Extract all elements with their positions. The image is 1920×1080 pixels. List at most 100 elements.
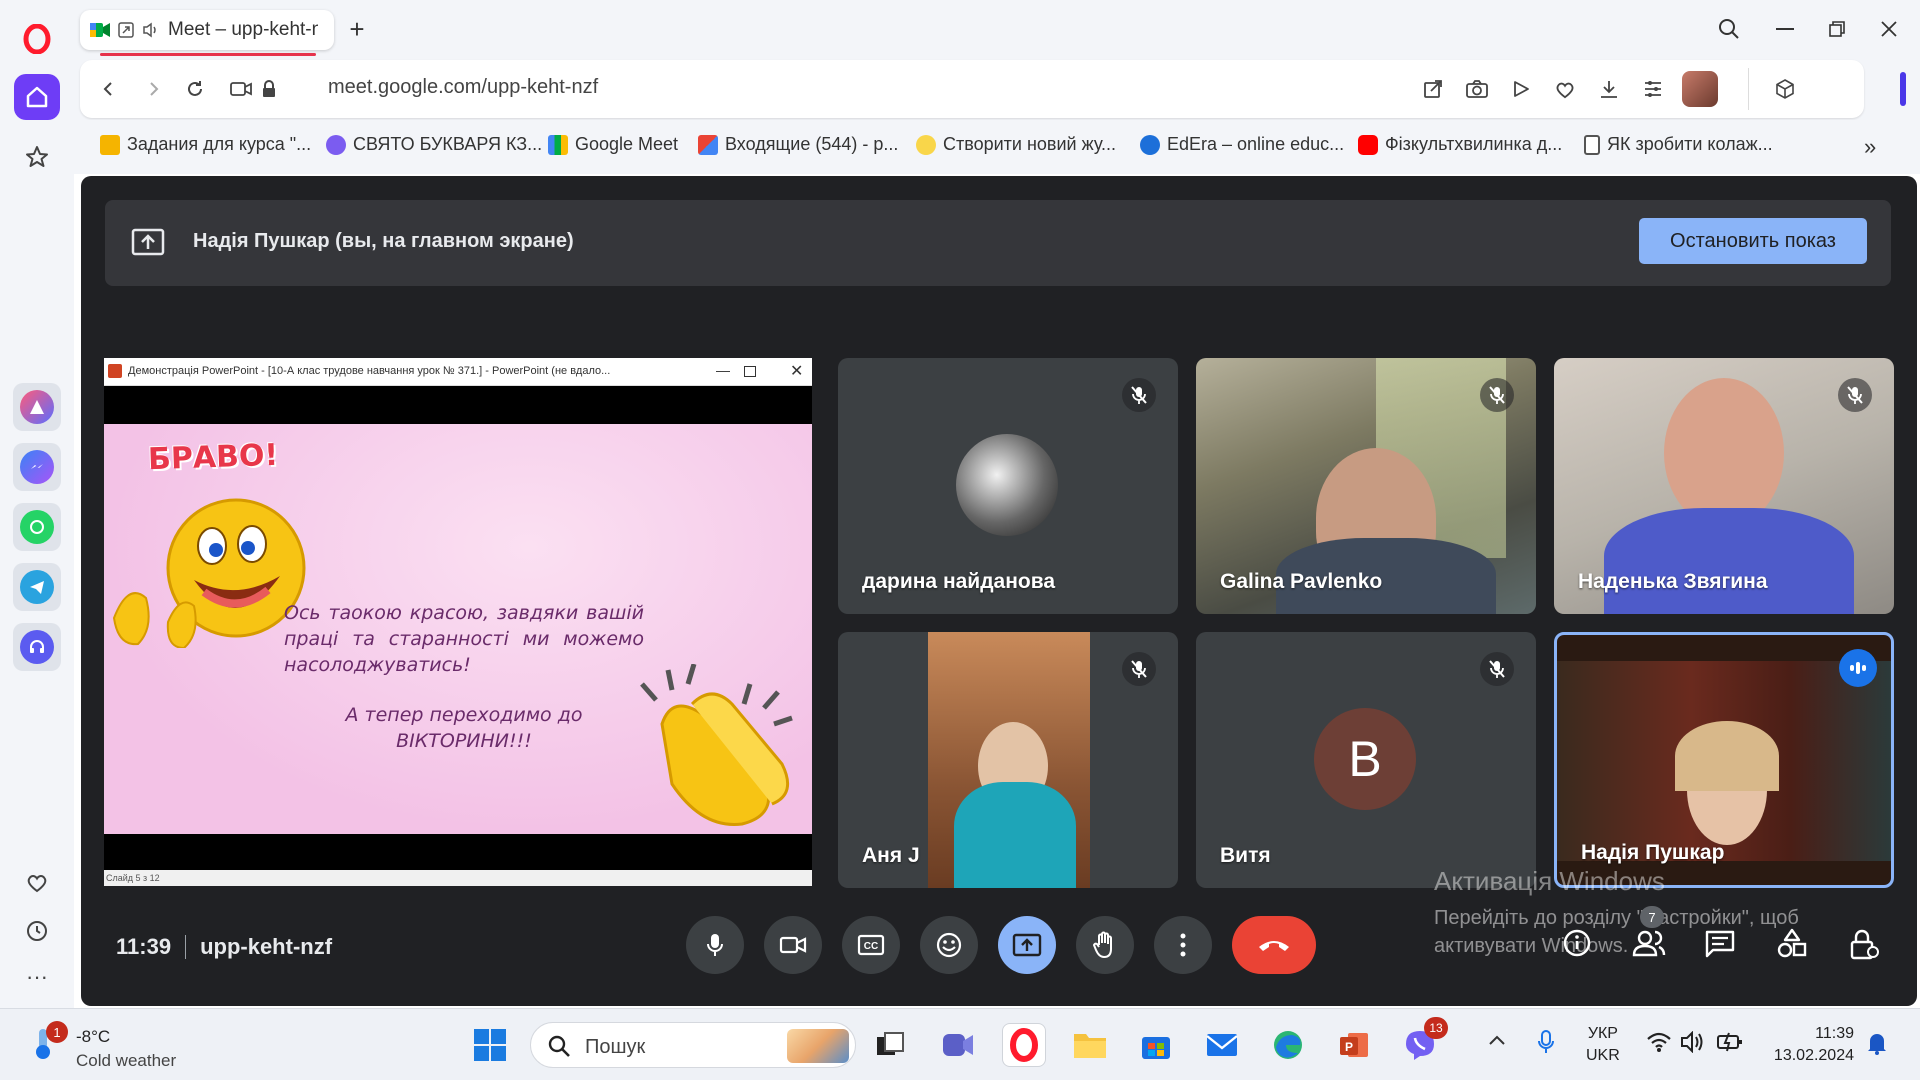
meeting-time: 11:39 <box>116 934 172 959</box>
participant-tile[interactable]: B Витя <box>1196 632 1536 888</box>
ppt-minimize-icon[interactable]: — <box>716 362 730 378</box>
file-explorer-icon[interactable] <box>1068 1023 1112 1067</box>
youtube-icon <box>1358 134 1378 155</box>
home-icon[interactable] <box>14 74 60 120</box>
people-count-badge: 7 <box>1640 906 1664 928</box>
url-text[interactable]: meet.google.com/upp-keht-nzf <box>328 76 598 99</box>
document-icon <box>1584 134 1600 155</box>
notifications-bell-icon[interactable] <box>1866 1031 1888 1060</box>
reload-button[interactable] <box>178 72 212 106</box>
participant-tile[interactable]: Аня J <box>838 632 1178 888</box>
search-tabs-icon[interactable] <box>1714 14 1744 44</box>
task-view-icon[interactable] <box>868 1023 912 1067</box>
camera-button[interactable] <box>764 916 822 974</box>
activities-icon[interactable] <box>1777 928 1807 963</box>
messenger-icon[interactable] <box>13 443 61 491</box>
microphone-tray-icon[interactable] <box>1536 1029 1556 1060</box>
raise-hand-button[interactable] <box>1076 916 1134 974</box>
profile-avatar[interactable] <box>1682 71 1718 107</box>
participant-tile[interactable]: Наденька Звягина <box>1554 358 1894 614</box>
show-hidden-icons-chevron-icon[interactable] <box>1487 1033 1507 1052</box>
forward-button[interactable] <box>136 72 170 106</box>
chat-icon[interactable] <box>1705 930 1735 963</box>
url-box: meet.google.com/upp-keht-nzf <box>80 60 1864 118</box>
downloads-icon[interactable] <box>1592 72 1626 106</box>
picture-in-picture-icon <box>118 22 134 38</box>
bookmark-item[interactable]: Задания для курса "... <box>100 134 311 155</box>
telegram-icon[interactable] <box>13 563 61 611</box>
easy-setup-icon[interactable] <box>1636 72 1670 106</box>
system-clock[interactable]: 11:39 13.02.2024 <box>1764 1023 1854 1067</box>
ppt-maximize-icon[interactable] <box>744 366 756 377</box>
participant-tile-active-speaker[interactable]: Надія Пушкар <box>1554 632 1894 888</box>
music-player-icon[interactable] <box>13 623 61 671</box>
meeting-code[interactable]: upp-keht-nzf <box>200 934 332 960</box>
microsoft-store-icon[interactable] <box>1134 1023 1178 1067</box>
ppt-titlebar: Демонстрація PowerPoint - [10-А клас тру… <box>104 358 812 386</box>
participant-tile[interactable]: Galina Pavlenko <box>1196 358 1536 614</box>
bookmark-item[interactable]: ЯК зробити колаж... <box>1584 134 1773 155</box>
snapshot-camera-icon[interactable] <box>1460 72 1494 106</box>
emoji-reaction-button[interactable] <box>920 916 978 974</box>
participant-name: Аня J <box>862 844 920 867</box>
aria-icon[interactable] <box>13 383 61 431</box>
lock-icon[interactable] <box>252 72 286 106</box>
presentation-tile[interactable]: Демонстрація PowerPoint - [10-А клас тру… <box>104 358 812 886</box>
bookmark-item[interactable]: Створити новий жу... <box>916 134 1116 155</box>
gmail-icon <box>698 134 718 155</box>
participant-tile[interactable]: дарина найданова <box>838 358 1178 614</box>
more-options-button[interactable] <box>1154 916 1212 974</box>
new-tab-button[interactable]: + <box>342 14 372 44</box>
meeting-details-icon[interactable] <box>1562 928 1592 963</box>
battery-icon[interactable] <box>1716 1031 1744 1058</box>
tab-meet[interactable]: Meet – upp-keht-n <box>80 10 334 56</box>
speed-dial-star-icon[interactable] <box>14 134 60 180</box>
opera-taskbar-icon[interactable] <box>1002 1023 1046 1067</box>
stop-presenting-button[interactable]: Остановить показ <box>1639 218 1867 264</box>
edge-icon[interactable] <box>1266 1023 1310 1067</box>
heart-icon[interactable] <box>14 860 60 906</box>
volume-icon[interactable] <box>1680 1030 1706 1058</box>
mic-off-icon <box>1838 378 1872 412</box>
smiley-emoji-icon <box>112 498 306 648</box>
sidebar-toggle[interactable] <box>1900 72 1906 106</box>
bookmarks-overflow-icon[interactable]: » <box>1864 134 1876 160</box>
history-clock-icon[interactable] <box>14 908 60 954</box>
clapping-hands-emoji-icon <box>640 664 793 826</box>
share-icon[interactable] <box>1416 72 1450 106</box>
extensions-cube-icon[interactable] <box>1768 72 1802 106</box>
speaker-icon[interactable] <box>142 22 160 38</box>
slide-text-1: Ось таокою красою, завдяки вашій праці т… <box>284 602 644 676</box>
bookmark-item[interactable]: Входящие (544) - p... <box>698 134 898 155</box>
mail-icon[interactable] <box>1200 1023 1244 1067</box>
bookmark-item[interactable]: Фізкультхвилинка д... <box>1358 134 1562 155</box>
powerpoint-taskbar-icon[interactable]: P <box>1332 1023 1376 1067</box>
close-window-button[interactable] <box>1874 14 1904 44</box>
minimize-button[interactable] <box>1770 14 1800 44</box>
ppt-window-title: Демонстрація PowerPoint - [10-А клас тру… <box>128 365 611 377</box>
bookmark-item[interactable]: Google Meet <box>548 134 678 155</box>
microphone-button[interactable] <box>686 916 744 974</box>
opera-logo-icon[interactable] <box>14 16 60 62</box>
people-icon[interactable]: 7 <box>1632 906 1666 963</box>
play-flow-icon[interactable] <box>1504 72 1538 106</box>
start-button[interactable] <box>468 1023 512 1067</box>
captions-button[interactable]: CC <box>842 916 900 974</box>
language-indicator[interactable]: УКР UKR <box>1586 1023 1620 1067</box>
host-controls-icon[interactable] <box>1849 928 1879 965</box>
weather-widget[interactable]: 1 -8°C Cold weather <box>26 1021 176 1070</box>
meet-app-icon[interactable] <box>936 1023 980 1067</box>
back-button[interactable] <box>92 72 126 106</box>
whatsapp-icon[interactable] <box>13 503 61 551</box>
bookmark-heart-icon[interactable] <box>1548 72 1582 106</box>
more-dots-icon[interactable]: ··· <box>14 954 60 1000</box>
bookmark-item[interactable]: EdEra – online educ... <box>1140 134 1344 155</box>
present-now-button[interactable] <box>998 916 1056 974</box>
wifi-icon[interactable] <box>1646 1031 1672 1058</box>
taskbar-search-box[interactable]: Пошук <box>530 1022 856 1068</box>
leave-call-button[interactable] <box>1232 916 1316 974</box>
viber-icon[interactable]: 13 <box>1398 1017 1448 1067</box>
bookmark-item[interactable]: СВЯТО БУКВАРЯ КЗ... <box>326 134 542 155</box>
ppt-close-icon[interactable]: ✕ <box>790 361 803 381</box>
restore-button[interactable] <box>1822 14 1852 44</box>
